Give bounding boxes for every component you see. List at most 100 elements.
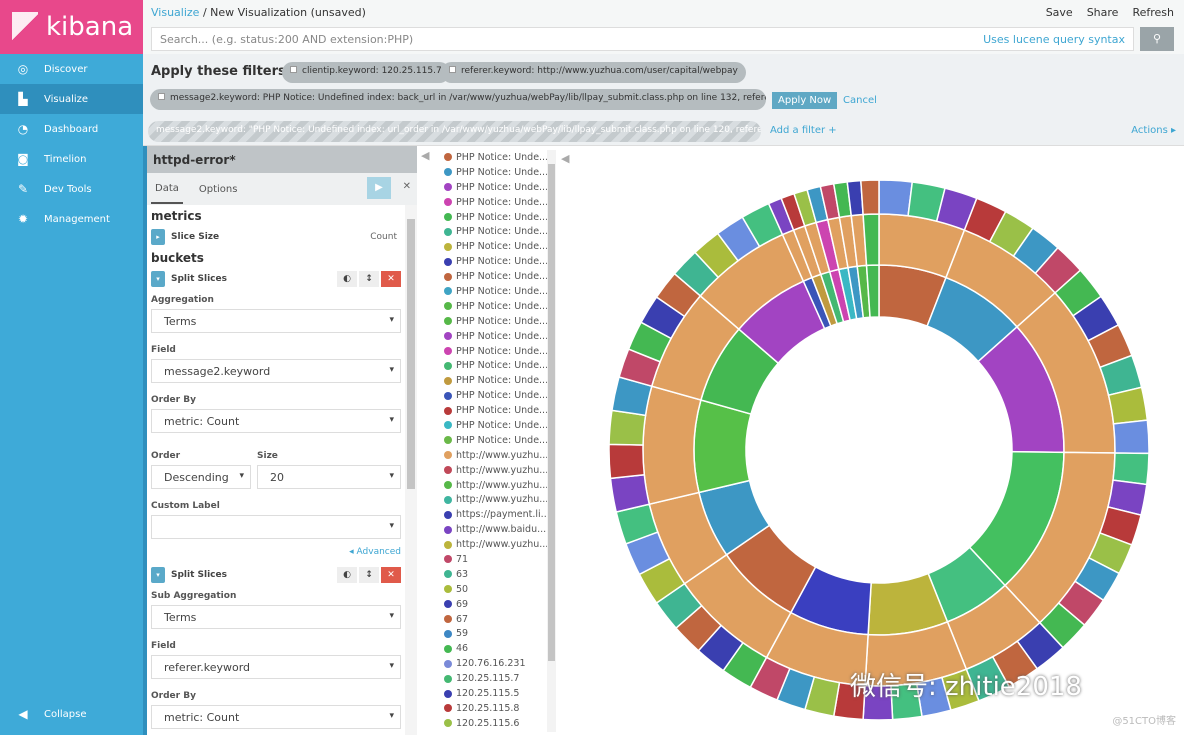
sub-aggregation-select[interactable]: Terms <box>151 605 401 629</box>
legend-item[interactable]: PHP Notice: Unde... <box>417 418 557 433</box>
middle-slice[interactable] <box>642 385 702 506</box>
legend-item[interactable]: 120.25.115.6 <box>417 716 557 731</box>
legend-scrollbar[interactable] <box>547 150 556 732</box>
split-slices-header[interactable]: ▾ Split Slices ◐ ↕ ✕ <box>151 269 401 289</box>
split-slices-header-2[interactable]: ▾ Split Slices ◐ ↕ ✕ <box>151 565 401 585</box>
legend-item[interactable]: PHP Notice: Unde... <box>417 269 557 284</box>
order-select[interactable]: Descending <box>151 465 251 489</box>
order-by-select-2[interactable]: metric: Count <box>151 705 401 729</box>
legend-item[interactable]: http://www.baidu.... <box>417 522 557 537</box>
filter-checkbox[interactable] <box>158 93 165 100</box>
legend-item[interactable]: PHP Notice: Unde... <box>417 403 557 418</box>
legend-item[interactable]: 46 <box>417 641 557 656</box>
custom-label-input[interactable] <box>151 515 401 539</box>
slice-size-metric[interactable]: ▸ Slice Size Count <box>151 227 401 247</box>
outer-slice[interactable] <box>608 409 647 446</box>
sidebar-item-dev-tools[interactable]: ✎ Dev Tools <box>0 174 143 204</box>
legend-item[interactable]: PHP Notice: Unde... <box>417 224 557 239</box>
legend-item[interactable]: PHP Notice: Unde... <box>417 329 557 344</box>
apply-changes-button[interactable]: ▶ <box>367 177 391 199</box>
pending-filter-message2[interactable]: message2.keyword: PHP Notice: Undefined … <box>150 89 766 110</box>
middle-slice[interactable] <box>862 213 880 267</box>
legend-item[interactable]: PHP Notice: Unde... <box>417 299 557 314</box>
sidebar-item-management[interactable]: ✹ Management <box>0 204 143 234</box>
apply-now-button[interactable]: Apply Now <box>772 92 838 109</box>
collapse-button[interactable]: ◀ Collapse <box>0 699 143 729</box>
legend-item[interactable]: 120.25.115.5 <box>417 686 557 701</box>
aggregation-select[interactable]: Terms <box>151 309 401 333</box>
remove-icon[interactable]: ✕ <box>381 567 401 583</box>
breadcrumb-visualize-link[interactable]: Visualize <box>151 6 199 19</box>
collapse-icon[interactable]: ▾ <box>151 271 165 287</box>
legend-item[interactable]: PHP Notice: Unde... <box>417 314 557 329</box>
active-filter-message2[interactable]: message2.keyword: "PHP Notice: Undefined… <box>148 121 761 142</box>
legend-item[interactable]: PHP Notice: Unde... <box>417 180 557 195</box>
filter-checkbox[interactable] <box>290 66 297 73</box>
search-input[interactable]: Search... (e.g. status:200 AND extension… <box>151 27 1134 51</box>
expand-icon[interactable]: ▸ <box>151 229 165 245</box>
legend-item[interactable]: http://www.yuzhu... <box>417 492 557 507</box>
outer-slice[interactable] <box>1112 419 1150 455</box>
outer-slice[interactable] <box>878 179 914 217</box>
legend-item[interactable]: PHP Notice: Unde... <box>417 254 557 269</box>
legend-item[interactable]: 63 <box>417 567 557 582</box>
reorder-icon[interactable]: ↕ <box>359 271 379 287</box>
legend-item[interactable]: PHP Notice: Unde... <box>417 165 557 180</box>
legend-item[interactable]: 59 <box>417 627 557 642</box>
legend-item[interactable]: PHP Notice: Unde... <box>417 373 557 388</box>
legend-item[interactable]: http://www.yuzhu... <box>417 537 557 552</box>
order-by-select[interactable]: metric: Count <box>151 409 401 433</box>
legend-item[interactable]: PHP Notice: Unde... <box>417 433 557 448</box>
reorder-icon[interactable]: ↕ <box>359 567 379 583</box>
legend-item[interactable]: PHP Notice: Unde... <box>417 210 557 225</box>
legend-collapse-icon[interactable]: ◀ <box>561 152 569 165</box>
legend-item[interactable]: 120.25.115.7 <box>417 671 557 686</box>
legend-item[interactable]: 120.25.115.8 <box>417 701 557 716</box>
legend-item[interactable]: PHP Notice: Unde... <box>417 239 557 254</box>
add-filter-button[interactable]: Add a filter + <box>770 125 837 136</box>
search-button[interactable]: ⚲ <box>1140 27 1174 51</box>
legend-item[interactable]: PHP Notice: Unde... <box>417 195 557 210</box>
legend-item[interactable]: PHP Notice: Unde... <box>417 344 557 359</box>
legend-item[interactable]: PHP Notice: Unde... <box>417 388 557 403</box>
toggle-icon[interactable]: ◐ <box>337 271 357 287</box>
legend-toggle-icon[interactable]: ◀ <box>421 149 429 162</box>
inner-slice[interactable] <box>693 399 752 494</box>
discard-button[interactable]: ✕ <box>403 181 411 192</box>
outer-slice[interactable] <box>1112 452 1150 486</box>
outer-slice[interactable] <box>608 443 646 480</box>
advanced-link[interactable]: ◂ Advanced <box>151 547 401 557</box>
save-button[interactable]: Save <box>1046 6 1073 19</box>
legend-item[interactable]: https://payment.li... <box>417 507 557 522</box>
legend-item[interactable]: 120.76.16.231 <box>417 656 557 671</box>
tab-data[interactable]: Data <box>151 175 183 204</box>
field-select-2[interactable]: referer.keyword <box>151 655 401 679</box>
outer-slice[interactable] <box>860 179 880 216</box>
cancel-button[interactable]: Cancel <box>843 95 877 106</box>
kibana-logo[interactable]: kibana <box>0 0 143 54</box>
remove-icon[interactable]: ✕ <box>381 271 401 287</box>
actions-button[interactable]: Actions ▸ <box>1131 125 1176 136</box>
filter-checkbox[interactable] <box>449 66 456 73</box>
legend-item[interactable]: http://www.yuzhu... <box>417 478 557 493</box>
sidebar-item-visualize[interactable]: ▙ Visualize <box>0 84 143 114</box>
toggle-icon[interactable]: ◐ <box>337 567 357 583</box>
refresh-button[interactable]: Refresh <box>1132 6 1174 19</box>
sidebar-item-dashboard[interactable]: ◔ Dashboard <box>0 114 143 144</box>
size-input[interactable]: 20 <box>257 465 401 489</box>
pending-filter-clientip[interactable]: clientip.keyword: 120.25.115.7 <box>282 62 450 83</box>
legend-item[interactable]: PHP Notice: Unde... <box>417 358 557 373</box>
tab-options[interactable]: Options <box>195 176 242 203</box>
sidebar-item-discover[interactable]: ◎ Discover <box>0 54 143 84</box>
editor-scrollbar[interactable] <box>405 205 417 735</box>
share-button[interactable]: Share <box>1087 6 1119 19</box>
legend-item[interactable]: PHP Notice: Unde... <box>417 150 557 165</box>
legend-item[interactable]: http://www.yuzhu... <box>417 448 557 463</box>
pending-filter-referer[interactable]: referer.keyword: http://www.yuzhua.com/u… <box>441 62 746 83</box>
legend-item[interactable]: http://www.yuzhu... <box>417 463 557 478</box>
legend-item[interactable]: 69 <box>417 597 557 612</box>
field-select[interactable]: message2.keyword <box>151 359 401 383</box>
lucene-syntax-link[interactable]: Uses lucene query syntax <box>983 33 1125 46</box>
legend-item[interactable]: 50 <box>417 582 557 597</box>
legend-item[interactable]: 71 <box>417 552 557 567</box>
